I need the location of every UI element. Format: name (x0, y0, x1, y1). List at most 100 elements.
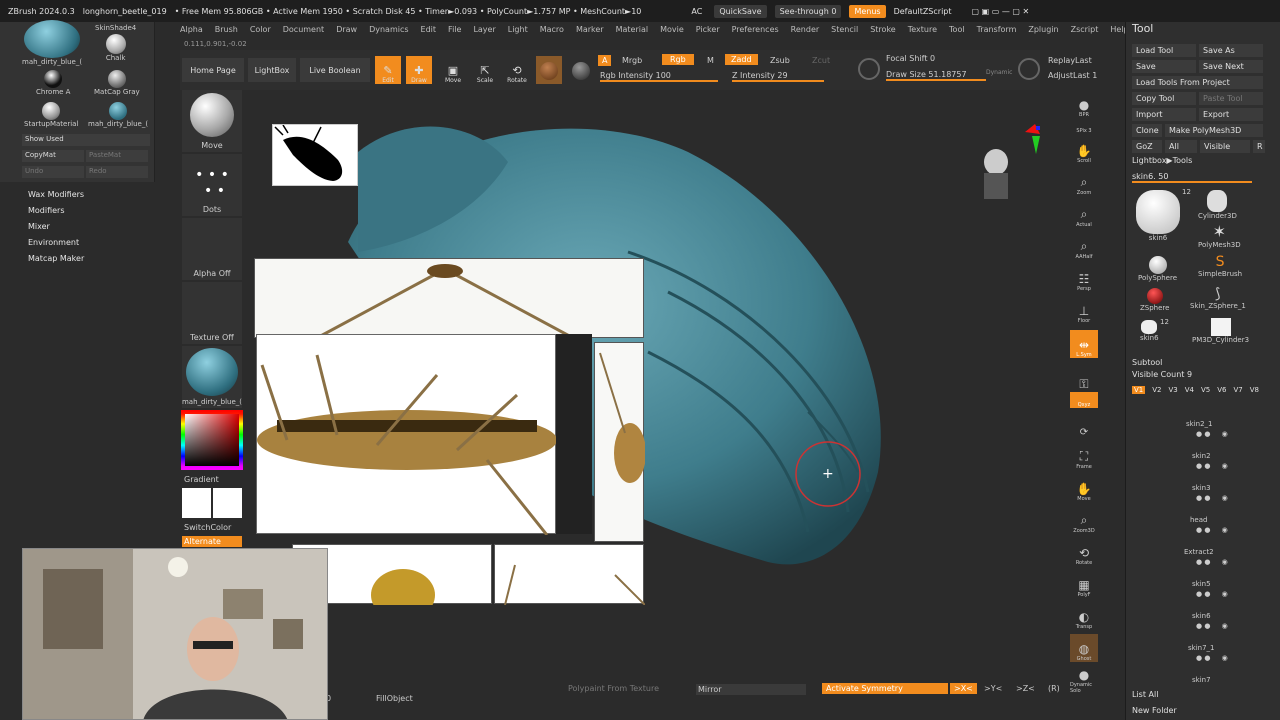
ghost-button[interactable]: ◍ Ghost (1070, 634, 1098, 662)
new-folder-button[interactable]: New Folder (1132, 706, 1177, 715)
material-button[interactable]: mah_dirty_blue_( (182, 346, 242, 408)
tool-cylinder3d[interactable]: Cylinder3D (1198, 190, 1237, 220)
goz-r-button[interactable]: R (1253, 140, 1265, 153)
symmetry-z-button[interactable]: >Z< (1016, 684, 1035, 693)
adjustlast-button[interactable]: AdjustLast 1 (1048, 71, 1097, 80)
floor-button[interactable]: ⊥ Floor (1070, 296, 1098, 324)
viewport-canvas[interactable]: + (248, 92, 1063, 682)
menu-stencil[interactable]: Stencil (831, 25, 858, 34)
paste-tool-button[interactable]: Paste Tool (1199, 92, 1263, 105)
reference-bottom-image-2[interactable] (494, 544, 646, 606)
m-button[interactable]: M (707, 56, 714, 65)
subtool-item[interactable]: head ● ● ◉ (1136, 512, 1276, 542)
clone-button[interactable]: Clone (1132, 124, 1162, 137)
frame-button[interactable]: ⛶ Frame (1070, 442, 1098, 470)
texture-button[interactable]: Texture Off (182, 282, 242, 344)
brush-button[interactable]: Move (182, 90, 242, 152)
lightbox-button[interactable]: LightBox (248, 58, 296, 82)
lock-button[interactable]: ⚿ (1070, 364, 1098, 392)
menu-edit[interactable]: Edit (421, 25, 437, 34)
version-v5[interactable]: V5 (1201, 386, 1210, 394)
main-color-swatch[interactable] (182, 488, 211, 518)
tool-polymesh3d[interactable]: ✶ PolyMesh3D (1198, 222, 1241, 249)
menu-zscript[interactable]: Zscript (1071, 25, 1099, 34)
default-zscript-button[interactable]: DefaultZScript (894, 7, 952, 16)
visible-count-slider[interactable]: Visible Count 9 (1132, 370, 1192, 379)
move-button[interactable]: ▣ Move (440, 56, 466, 84)
a-toggle[interactable]: A (598, 55, 612, 66)
current-tool-slider[interactable]: skin6. 50 (1132, 172, 1252, 183)
secondary-color-swatch[interactable] (213, 488, 242, 518)
tool-skin-zsphere[interactable]: ⟆ Skin_ZSphere_1 (1190, 286, 1246, 310)
qxyz-button[interactable]: Qxyz (1070, 392, 1098, 408)
menu-alpha[interactable]: Alpha (180, 25, 203, 34)
menu-draw[interactable]: Draw (336, 25, 357, 34)
tool-skin6-2[interactable]: skin6 (1140, 320, 1159, 342)
draw-button[interactable]: ✚ Draw (406, 56, 432, 84)
window-controls[interactable]: ▢ ▣ ▭ — ▢ ✕ (972, 7, 1030, 16)
subtool-toggles[interactable]: ● ● ◉ (1196, 558, 1228, 566)
spix-slider[interactable]: SPix 3 (1070, 120, 1098, 134)
reference-silhouette-image[interactable] (272, 124, 358, 186)
tool-pm3d-cylinder[interactable]: PM3D_Cylinder3 (1192, 318, 1249, 344)
activate-symmetry-button[interactable]: Activate Symmetry (822, 683, 948, 694)
save-next-button[interactable]: Save Next (1199, 60, 1263, 73)
axis-gizmo[interactable] (1010, 124, 1040, 164)
actual-button[interactable]: ⌕ Actual (1070, 200, 1098, 228)
goz-visible-button[interactable]: Visible (1200, 140, 1250, 153)
polyf-button[interactable]: ▦ PolyF (1070, 570, 1098, 598)
load-tool-button[interactable]: Load Tool (1132, 44, 1196, 57)
tool-simplebrush[interactable]: S SimpleBrush (1198, 254, 1242, 278)
z-intensity-slider[interactable]: Z Intensity 29 (732, 71, 824, 82)
goz-all-button[interactable]: All (1165, 140, 1197, 153)
zsub-button[interactable]: Zsub (770, 56, 790, 65)
export-button[interactable]: Export (1199, 108, 1263, 121)
subtool-toggles[interactable]: ● ● ◉ (1196, 622, 1228, 630)
alternate-button[interactable]: Alternate (182, 536, 242, 547)
menus-button[interactable]: Menus (849, 4, 886, 18)
menu-render[interactable]: Render (791, 25, 819, 34)
scale-button[interactable]: ⇱ Scale (472, 56, 498, 84)
copymat-button[interactable]: CopyMat (22, 150, 84, 162)
menu-tool[interactable]: Tool (949, 25, 965, 34)
subtool-toggles[interactable]: ● ● ◉ (1196, 590, 1228, 598)
edit-button[interactable]: ✎ Edit (375, 56, 401, 84)
bpr-button[interactable]: ● BPR (1070, 90, 1098, 118)
material-mah-dirty-blue[interactable]: mah_dirty_blue_( (22, 20, 82, 66)
polypaint-from-texture-button[interactable]: Polypaint From Texture (568, 684, 659, 693)
switch-color-swatches[interactable] (182, 488, 242, 518)
menu-movie[interactable]: Movie (660, 25, 684, 34)
menu-material[interactable]: Material (616, 25, 649, 34)
material-chrome-a[interactable]: Chrome A (36, 70, 70, 96)
list-all-button[interactable]: List All (1132, 690, 1158, 699)
version-v3[interactable]: V3 (1169, 386, 1178, 394)
stroke-button[interactable]: • • • • • Dots (182, 154, 242, 216)
rotate3d-button[interactable]: ⟲ Rotate (1070, 538, 1098, 566)
modifiers-menu[interactable]: Modifiers (28, 206, 84, 222)
save-button[interactable]: Save (1132, 60, 1196, 73)
make-polymesh3d-button[interactable]: Make PolyMesh3D (1165, 124, 1263, 137)
subtool-item[interactable]: skin2 ● ● ◉ (1136, 448, 1276, 478)
subtool-toggles[interactable]: ● ● ◉ (1196, 526, 1228, 534)
menu-brush[interactable]: Brush (215, 25, 238, 34)
transp-button[interactable]: ◐ Transp (1070, 602, 1098, 630)
rgb-intensity-slider[interactable]: Rgb Intensity 100 (600, 71, 718, 82)
version-v2[interactable]: V2 (1152, 386, 1161, 394)
pastemat-button[interactable]: PasteMat (86, 150, 148, 162)
menu-document[interactable]: Document (283, 25, 324, 34)
subtool-item[interactable]: skin6 ● ● ◉ (1136, 608, 1276, 638)
move3d-button[interactable]: ✋ Move (1070, 474, 1098, 502)
reference-side-image[interactable] (256, 334, 557, 536)
subtool-item[interactable]: skin7_1 ● ● ◉ (1136, 640, 1276, 670)
rgb-button[interactable]: Rgb (662, 54, 694, 65)
menu-picker[interactable]: Picker (696, 25, 720, 34)
load-tools-from-project-button[interactable]: Load Tools From Project (1132, 76, 1263, 89)
version-v8[interactable]: V8 (1250, 386, 1259, 394)
material-sphere-button[interactable] (536, 56, 562, 84)
alpha-button[interactable]: Alpha Off (182, 218, 242, 280)
subtool-header[interactable]: Subtool (1132, 358, 1162, 367)
seethrough-slider[interactable]: See-through 0 (774, 4, 842, 18)
live-boolean-button[interactable]: Live Boolean (300, 58, 370, 82)
subtool-item[interactable]: skin2_1 ● ● ◉ (1136, 416, 1276, 446)
show-used-button[interactable]: Show Used (22, 134, 150, 146)
